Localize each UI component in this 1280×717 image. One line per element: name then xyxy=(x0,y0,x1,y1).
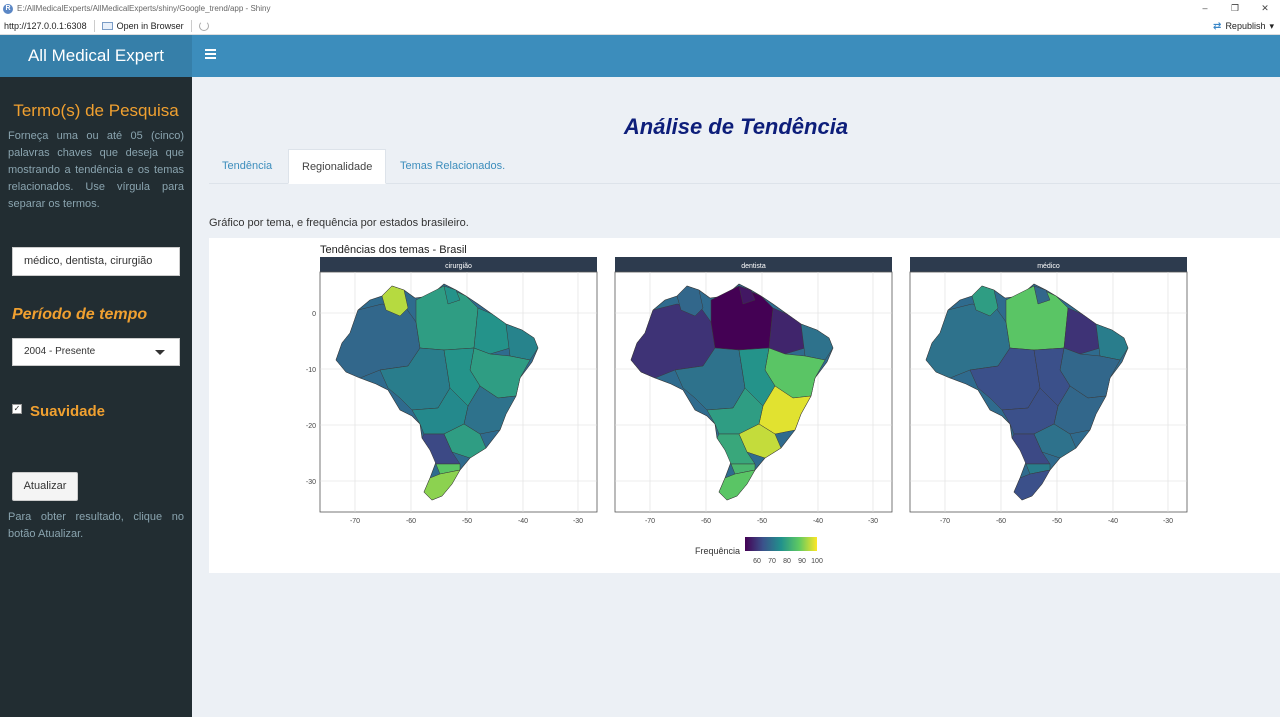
smooth-label: Suavidade xyxy=(30,403,106,420)
y-tick-label: -10 xyxy=(306,367,316,374)
tab-tendencia[interactable]: Tendência xyxy=(209,149,285,184)
divider xyxy=(93,19,95,32)
legend-tick-label: 70 xyxy=(768,558,776,565)
sidebar: Termo(s) de Pesquisa Forneça uma ou até … xyxy=(0,77,192,717)
republish-icon: ⇄ xyxy=(1213,20,1222,32)
open-in-browser-button[interactable]: Open in Browser xyxy=(101,20,184,31)
minimize-icon[interactable]: – xyxy=(1190,0,1220,17)
x-tick-label: -50 xyxy=(462,518,472,525)
app-logo[interactable]: All Medical Expert xyxy=(0,35,192,77)
legend-title: Frequência xyxy=(695,546,740,556)
search-help-text: Forneça uma ou até 05 (cinco) palavras c… xyxy=(8,130,184,210)
restore-icon[interactable]: ❐ xyxy=(1220,0,1250,17)
y-tick-label: 0 xyxy=(312,311,316,318)
address-bar: http://127.0.0.1:6308 Open in Browser ⇄ … xyxy=(0,17,1280,35)
x-tick-label: -30 xyxy=(868,518,878,525)
period-heading: Período de tempo xyxy=(12,306,148,323)
x-tick-label: -30 xyxy=(1163,518,1173,525)
legend-colorbar xyxy=(745,537,817,551)
rstudio-icon: R xyxy=(3,3,13,14)
x-tick-label: -50 xyxy=(757,518,767,525)
browser-window-icon xyxy=(101,21,113,30)
refresh-icon[interactable] xyxy=(198,20,209,31)
top-navbar xyxy=(192,35,1280,77)
x-tick-label: -60 xyxy=(701,518,711,525)
window-titlebar: R E:/AllMedicalExperts/AllMedicalExperts… xyxy=(0,0,1280,17)
faceted-map-chart: Tendências dos temas - Brasil cirurgião -7… xyxy=(306,244,1188,565)
x-tick-label: -40 xyxy=(1108,518,1118,525)
x-tick-label: -60 xyxy=(406,518,416,525)
open-in-browser-label: Open in Browser xyxy=(116,20,184,31)
legend-tick-label: 100 xyxy=(811,558,823,565)
chevron-down-icon: ▾ xyxy=(1269,20,1274,31)
x-tick-label: -70 xyxy=(940,518,950,525)
divider xyxy=(190,19,192,32)
x-tick-label: -30 xyxy=(573,518,583,525)
x-tick-label: -60 xyxy=(996,518,1006,525)
y-tick-label: -30 xyxy=(306,479,316,486)
legend-tick-label: 90 xyxy=(798,558,806,565)
legend-tick-label: 60 xyxy=(753,558,761,565)
legend-tick-label: 80 xyxy=(783,558,791,565)
period-select[interactable]: 2004 - Presente xyxy=(12,338,180,366)
x-tick-label: -40 xyxy=(813,518,823,525)
search-terms-input[interactable]: médico, dentista, cirurgião xyxy=(12,247,180,276)
close-icon[interactable]: ✕ xyxy=(1250,0,1280,17)
window-title: E:/AllMedicalExperts/AllMedicalExperts/s… xyxy=(17,4,271,13)
facet-strip-label: cirurgião xyxy=(445,263,472,270)
update-button[interactable]: Atualizar xyxy=(12,472,78,501)
search-heading: Termo(s) de Pesquisa xyxy=(13,101,179,120)
menu-toggle-icon[interactable] xyxy=(205,49,216,60)
facet-strip-label: médico xyxy=(1037,263,1060,270)
caret-down-icon xyxy=(155,350,165,355)
smooth-checkbox[interactable]: ✓ xyxy=(12,404,22,414)
tab-bar: Tendência Regionalidade Temas Relacionad… xyxy=(209,149,1280,184)
window-controls: – ❐ ✕ xyxy=(1190,0,1280,17)
update-help-text: Para obter resultado, clique no botão At… xyxy=(8,511,184,540)
period-select-value: 2004 - Presente xyxy=(24,346,96,357)
y-tick-label: -20 xyxy=(306,423,316,430)
tab-temas-relacionados[interactable]: Temas Relacionados. xyxy=(387,149,518,184)
page-title: Análise de Tendência xyxy=(623,114,849,139)
plot-description: Gráfico por tema, e frequência por estad… xyxy=(209,217,469,229)
plot-output: Tendências dos temas - Brasil cirurgião -7… xyxy=(209,238,1280,573)
x-tick-label: -70 xyxy=(350,518,360,525)
facet-strip-label: dentista xyxy=(741,263,766,270)
chart-title: Tendências dos temas - Brasil xyxy=(320,244,467,256)
republish-button[interactable]: ⇄ Republish ▾ xyxy=(1213,17,1274,35)
x-tick-label: -40 xyxy=(518,518,528,525)
republish-label: Republish xyxy=(1225,21,1266,31)
x-tick-label: -70 xyxy=(645,518,655,525)
url-text[interactable]: http://127.0.0.1:6308 xyxy=(4,21,87,31)
tab-regionalidade[interactable]: Regionalidade xyxy=(288,149,387,184)
x-tick-label: -50 xyxy=(1052,518,1062,525)
